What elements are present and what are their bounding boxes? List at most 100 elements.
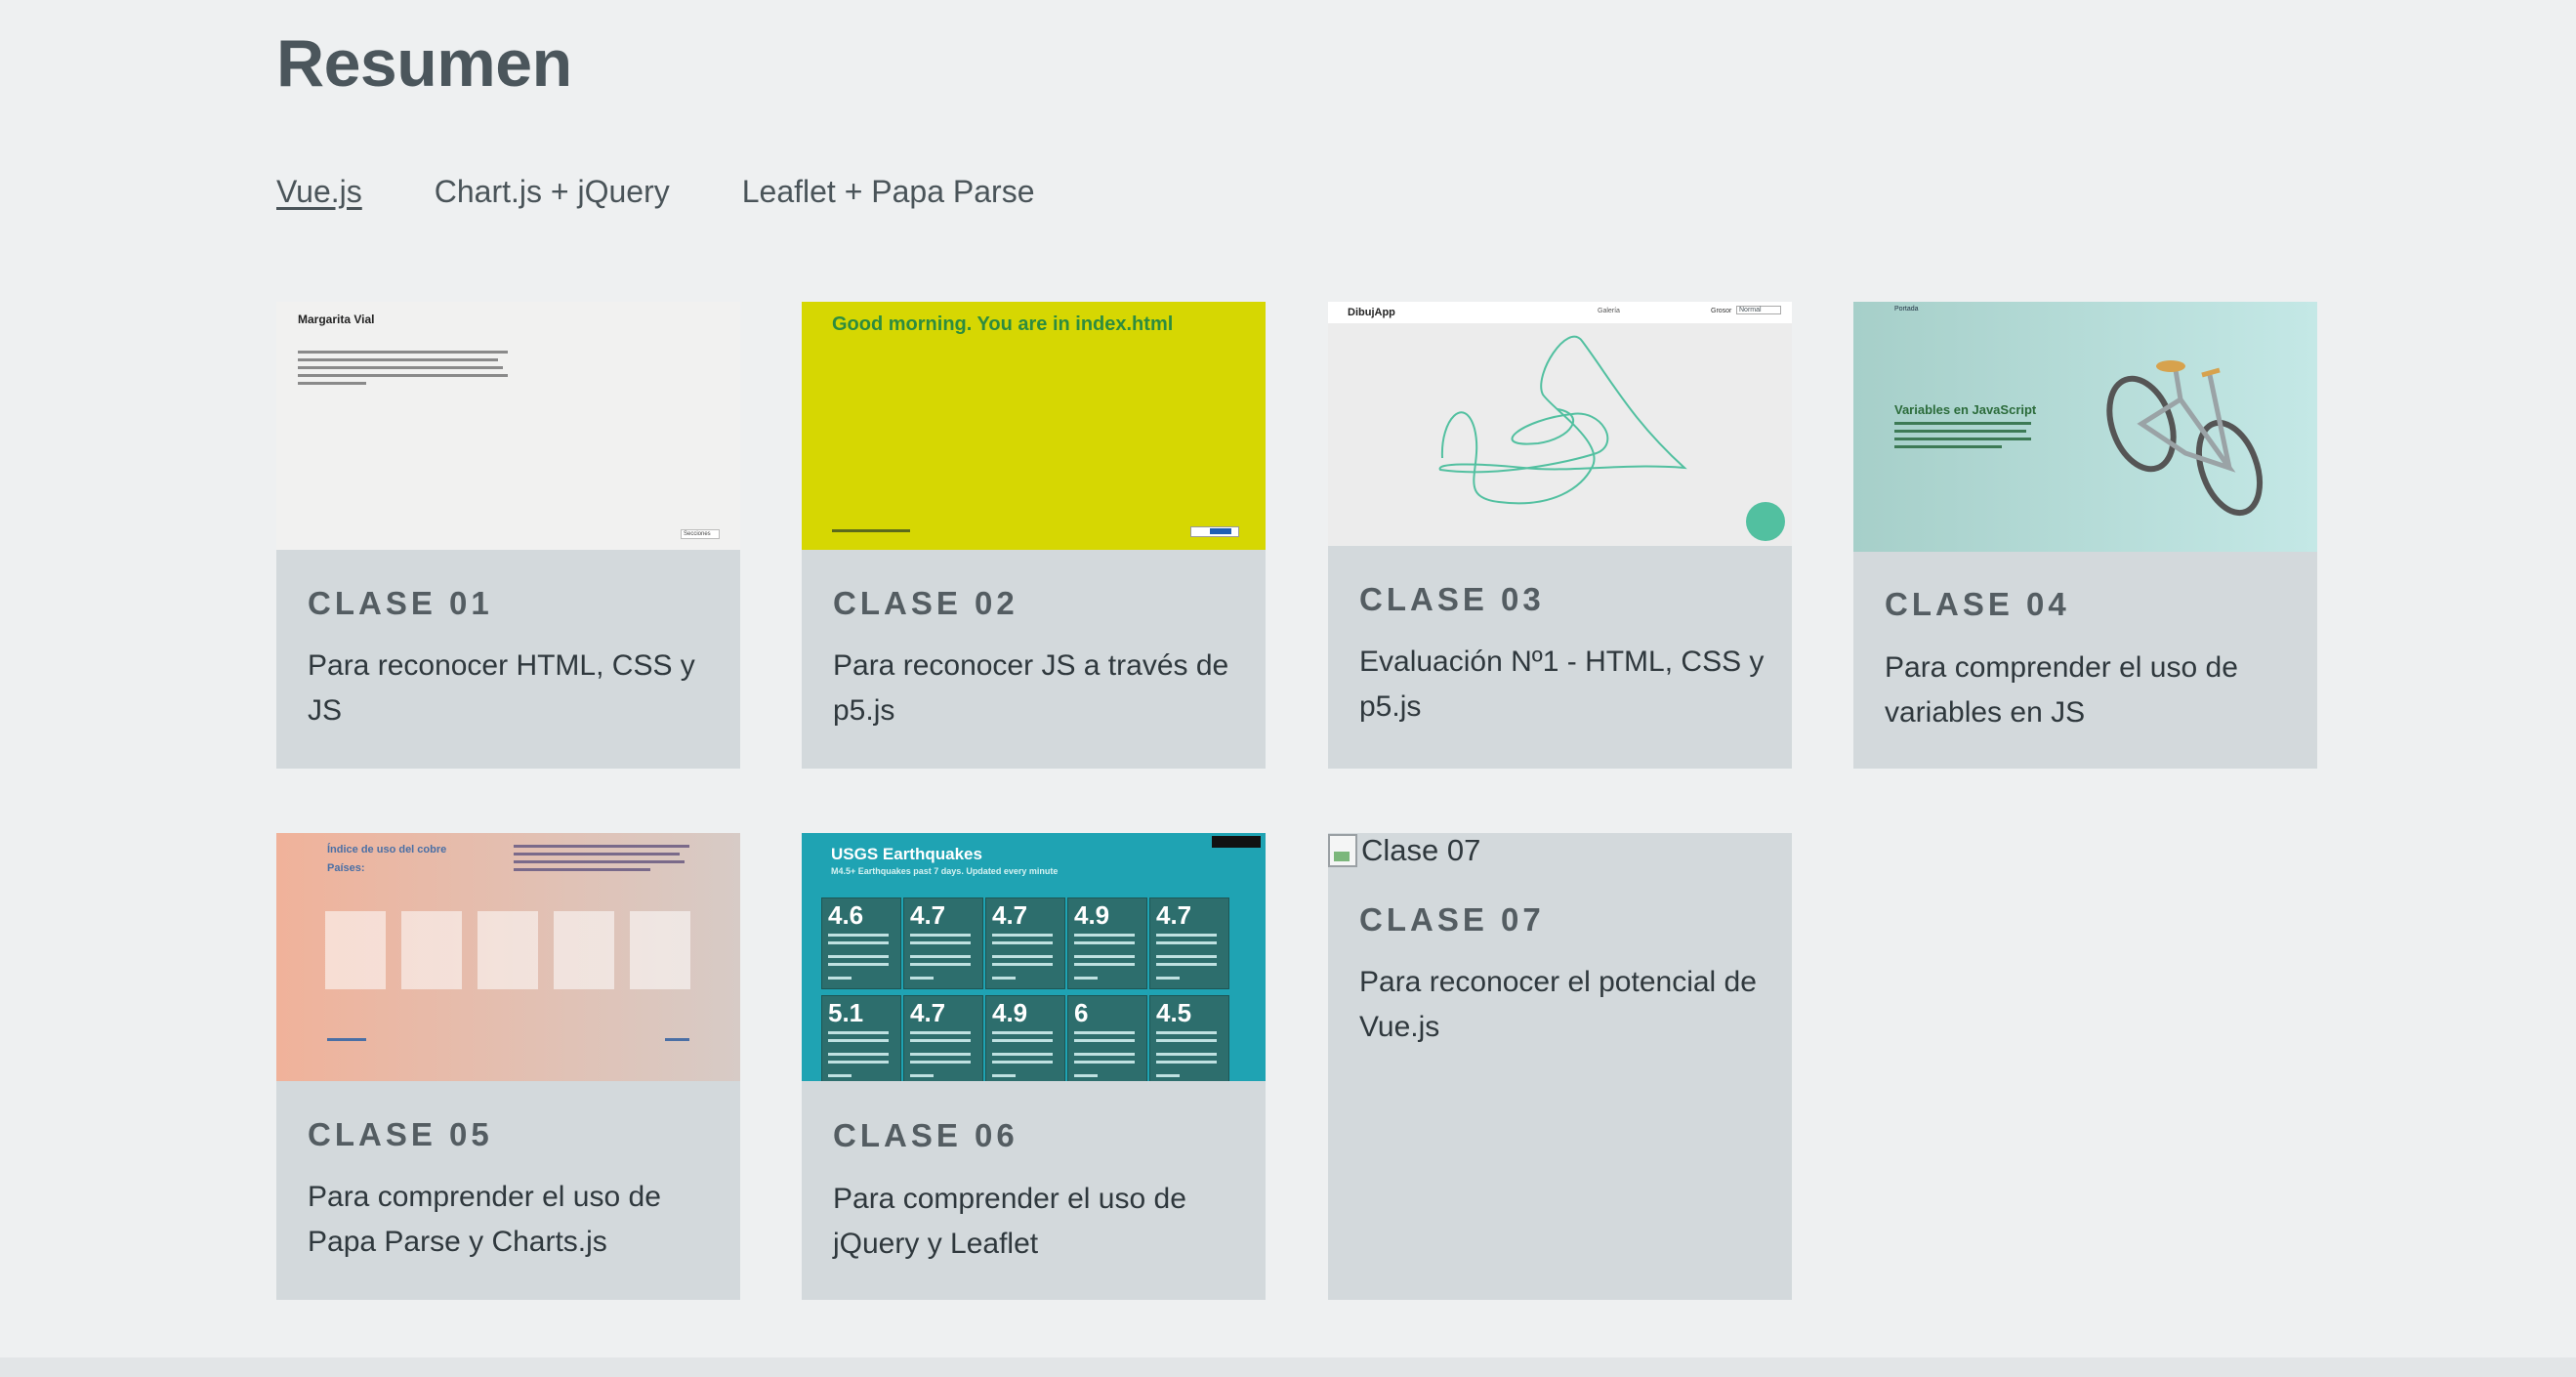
earthquake-magnitude: 4.9 <box>992 998 1028 1027</box>
earthquake-tile: 4.6 <box>821 897 901 989</box>
earthquake-detail-line <box>1156 1039 1217 1042</box>
card-clase-04[interactable]: Portada Variables en JavaScript CLASE 04… <box>1853 302 2317 769</box>
broken-image-icon <box>1328 834 1357 867</box>
earthquake-detail-line <box>828 955 889 958</box>
section-nav: Vue.js Chart.js + jQuery Leaflet + Papa … <box>276 174 1034 210</box>
thumb-text-line <box>298 382 366 385</box>
earthquake-detail-line <box>910 963 971 966</box>
earthquake-detail-line <box>1074 1039 1135 1042</box>
earthquake-magnitude: 6 <box>1074 998 1089 1027</box>
earthquake-detail-line <box>1074 1061 1135 1064</box>
earthquake-detail-line <box>828 977 852 980</box>
earthquake-detail-line <box>1156 1061 1217 1064</box>
thumb-bicycle-image <box>2106 360 2264 517</box>
card-clase-07[interactable]: Clase 07 CLASE 07 Para reconocer el pote… <box>1328 833 1792 1300</box>
card-thumbnail: Índice de uso del cobre Países: <box>276 833 740 1081</box>
thumb-nav: Portada <box>1894 306 1919 313</box>
earthquake-detail-line <box>1074 1074 1098 1077</box>
nav-link-vuejs[interactable]: Vue.js <box>276 174 362 210</box>
thumb-country-grid <box>325 911 691 989</box>
thumb-text-line <box>514 868 650 871</box>
thumb-heading: Variables en JavaScript <box>1894 402 2037 417</box>
earthquake-detail-line <box>1074 1053 1135 1056</box>
thumb-subheading: M4.5+ Earthquakes past 7 days. Updated e… <box>831 866 1059 876</box>
earthquake-detail-line <box>1156 1074 1180 1077</box>
thumb-footer-left <box>327 1038 366 1041</box>
thumb-text-line <box>1894 422 2031 425</box>
earthquake-magnitude: 4.6 <box>828 900 864 930</box>
thumb-text-line <box>514 860 685 863</box>
card-description: Para comprender el uso de jQuery y Leafl… <box>833 1183 1186 1260</box>
thumb-text-line <box>298 358 498 361</box>
earthquake-magnitude: 4.5 <box>1156 998 1192 1027</box>
card-description: Para comprender el uso de Papa Parse y C… <box>308 1181 661 1258</box>
thumb-text-line <box>298 351 508 354</box>
earthquake-magnitude: 4.7 <box>1156 900 1192 930</box>
thumb-heading: USGS Earthquakes <box>831 845 982 863</box>
thumb-heading: Good morning. You are in index.html <box>832 313 1174 335</box>
earthquake-detail-line <box>992 955 1053 958</box>
earthquake-detail-line <box>992 1031 1053 1034</box>
earthquake-magnitude: 4.7 <box>910 900 946 930</box>
card-clase-05[interactable]: Índice de uso del cobre Países: CLASE 05… <box>276 833 740 1300</box>
card-clase-02[interactable]: Good morning. You are in index.html CLAS… <box>802 302 1266 769</box>
thumb-footer-right <box>665 1038 689 1041</box>
card-clase-01[interactable]: Margarita Vial Secciones CLASE 01 Para r… <box>276 302 740 769</box>
earthquake-detail-line <box>1074 1031 1135 1034</box>
thumb-text-line <box>1894 430 2026 433</box>
earthquake-detail-line <box>1156 963 1217 966</box>
earthquake-magnitude: 4.7 <box>992 900 1028 930</box>
earthquake-detail-line <box>828 1074 852 1077</box>
earthquake-detail-line <box>1074 934 1135 937</box>
card-description: Para reconocer HTML, CSS y JS <box>308 649 695 727</box>
earthquake-detail-line <box>1156 1053 1217 1056</box>
card-description: Para reconocer el potencial de Vue.js <box>1359 966 1757 1043</box>
earthquake-tile: 6 <box>1067 995 1147 1081</box>
page-title: Resumen <box>276 26 572 101</box>
card-thumbnail: Margarita Vial Secciones <box>276 302 740 550</box>
card-thumbnail: USGS Earthquakes M4.5+ Earthquakes past … <box>802 833 1266 1081</box>
thumb-text-line <box>1894 438 2031 440</box>
earthquake-magnitude: 4.7 <box>910 998 946 1027</box>
earthquake-tile: 4.7 <box>903 897 983 989</box>
card-title: CLASE 06 <box>833 1117 1018 1153</box>
card-clase-06[interactable]: USGS Earthquakes M4.5+ Earthquakes past … <box>802 833 1266 1300</box>
earthquake-tile: 4.5 <box>1149 995 1229 1081</box>
thumb-drawing <box>1438 335 1687 505</box>
earthquake-detail-line <box>1156 977 1180 980</box>
earthquake-detail-line <box>1156 941 1217 944</box>
thumb-alt-text: Clase 07 <box>1361 833 1481 867</box>
page-footer-band <box>0 1357 2576 1377</box>
nav-link-chartjs-jquery[interactable]: Chart.js + jQuery <box>435 174 670 210</box>
earthquake-detail-line <box>1074 941 1135 944</box>
earthquake-tile: 4.9 <box>1067 897 1147 989</box>
earthquake-detail-line <box>992 941 1053 944</box>
card-clase-03[interactable]: DibujApp Galería Grosor Normal CLASE 03 … <box>1328 302 1792 769</box>
earthquake-detail-line <box>828 963 889 966</box>
earthquake-detail-line <box>992 1053 1053 1056</box>
thumb-text-line <box>514 853 680 855</box>
earthquake-detail-line <box>828 1061 889 1064</box>
thumb-text-line <box>298 366 503 369</box>
nav-link-leaflet-papaparse[interactable]: Leaflet + Papa Parse <box>742 174 1035 210</box>
earthquake-detail-line <box>1074 977 1098 980</box>
thumb-text-line <box>298 374 508 377</box>
earthquake-detail-line <box>910 941 971 944</box>
thumb-text-line <box>514 845 689 848</box>
earthquake-detail-line <box>910 977 934 980</box>
earthquake-detail-line <box>910 1053 971 1056</box>
earthquake-detail-line <box>1156 955 1217 958</box>
thumb-text-line <box>1894 445 2002 448</box>
thumb-links <box>832 529 910 532</box>
earthquake-detail-line <box>992 977 1016 980</box>
card-title: CLASE 04 <box>1885 586 2070 622</box>
earthquake-detail-line <box>910 1061 971 1064</box>
thumb-broken-image: Clase 07 <box>1328 833 1480 868</box>
thumb-fab <box>1746 502 1785 541</box>
earthquake-detail-line <box>910 934 971 937</box>
earthquake-detail-line <box>910 1031 971 1034</box>
card-thumbnail: Good morning. You are in index.html <box>802 302 1266 550</box>
earthquake-detail-line <box>992 1061 1053 1064</box>
card-title: CLASE 05 <box>308 1116 493 1152</box>
earthquake-magnitude: 5.1 <box>828 998 864 1027</box>
